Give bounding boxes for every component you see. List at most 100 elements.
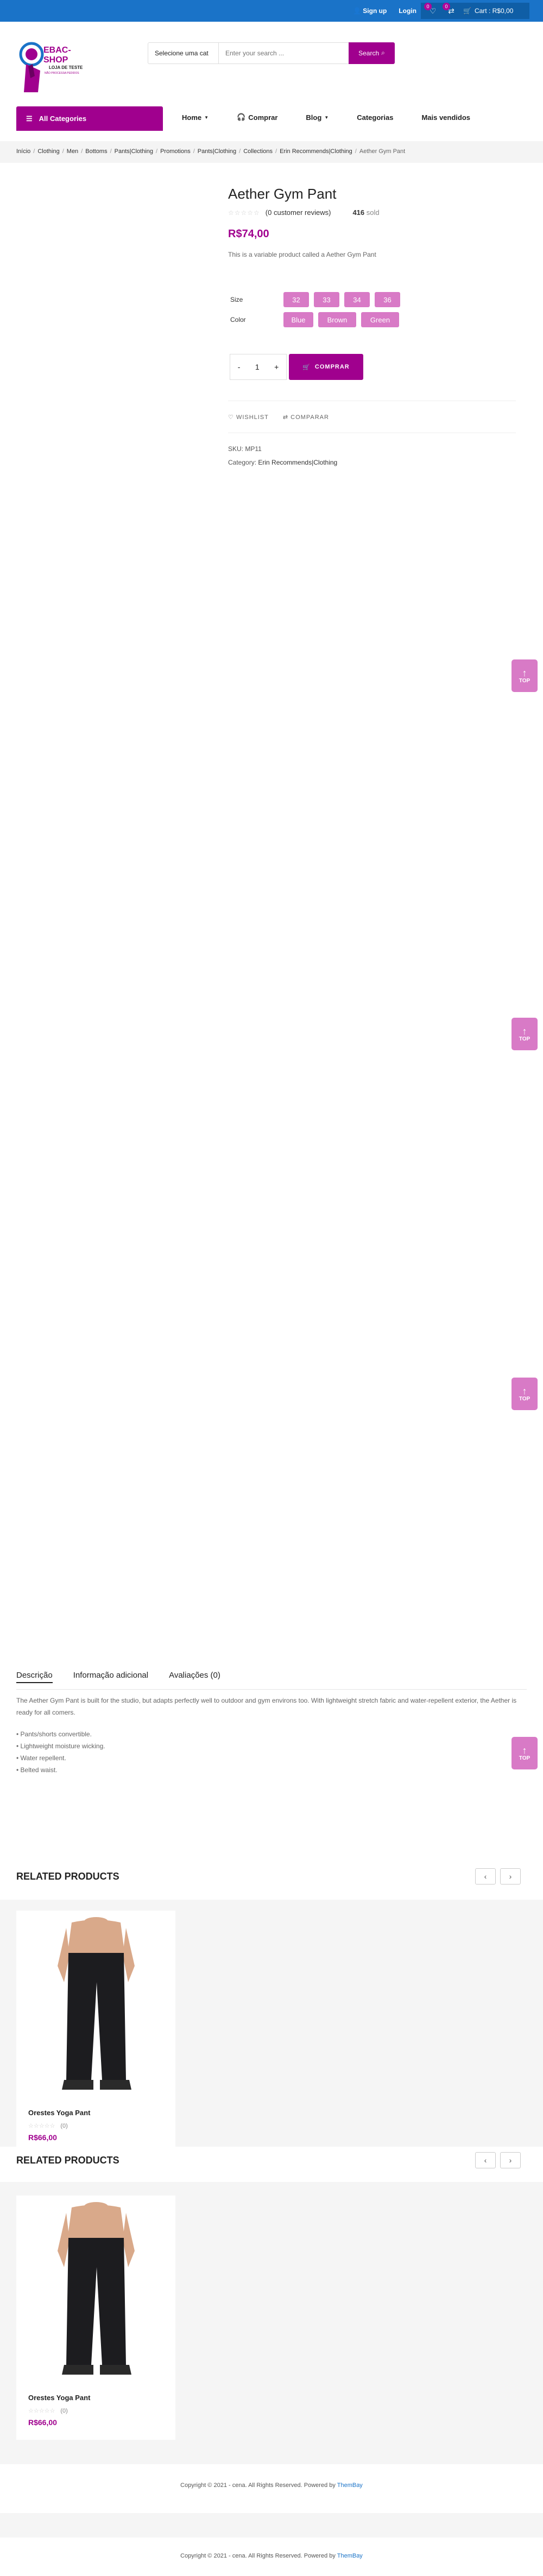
breadcrumb-bar: Início / Clothing / Men / Bottoms / Pants|Cl… (0, 141, 543, 163)
back-to-top-button[interactable]: ↑TOP (512, 1737, 538, 1769)
category-link[interactable]: Erin Recommends|Clothing (258, 459, 337, 466)
crumb[interactable]: Collections (243, 148, 273, 155)
color-option[interactable]: Green (361, 312, 399, 327)
search-input[interactable] (219, 43, 349, 64)
search-bar: Selecione uma cat Search ⌕ (148, 42, 395, 64)
user-icon: 👤 (353, 7, 361, 15)
cart-icon: 🛒 (302, 364, 311, 371)
chevron-left-icon[interactable]: ‹ (475, 1868, 496, 1885)
crumb[interactable]: Início (16, 148, 30, 155)
star-rating-icon: ☆☆☆☆☆ (28, 2123, 55, 2129)
back-to-top-button[interactable]: ↑TOP (512, 659, 538, 692)
cart-total: Cart : R$0,00 (474, 7, 514, 15)
site-logo[interactable]: EBAC-SHOP LOJA DE TESTE NÃO PROCESSA PED… (16, 38, 92, 98)
feature-item: • Belted waist. (16, 1766, 58, 1774)
category-line: Category: Erin Recommends|Clothing (228, 459, 338, 466)
qty-minus-button[interactable]: - (238, 363, 241, 371)
crumb[interactable]: Pants|Clothing (115, 148, 153, 155)
add-to-wishlist-button[interactable]: ♡ WISHLIST (228, 414, 269, 421)
color-label: Color (230, 316, 246, 323)
color-swatches: Blue Brown Green (283, 312, 399, 327)
login-link[interactable]: Login (399, 7, 416, 15)
chevron-right-icon[interactable]: › (500, 2152, 521, 2168)
search-button[interactable]: Search ⌕ (349, 42, 395, 64)
size-option[interactable]: 33 (314, 292, 339, 307)
powered-by-link[interactable]: ThemBay (337, 2553, 363, 2559)
nav-comprar[interactable]: 🎧 Comprar (237, 113, 277, 122)
product-card[interactable]: Orestes Yoga Pant ☆☆☆☆☆ (0) R$66,00 (16, 2196, 175, 2440)
compare-button[interactable]: ⇄ COMPARAR (283, 414, 329, 421)
back-to-top-button[interactable]: ↑TOP (512, 1378, 538, 1410)
product-name[interactable]: Orestes Yoga Pant (28, 2394, 90, 2402)
copyright: Copyright © 2021 - cena. All Rights Rese… (180, 2482, 363, 2489)
tab-informacao-adicional[interactable]: Informação adicional (73, 1671, 148, 1683)
product-price: R$66,00 (28, 2133, 57, 2142)
powered-by-link[interactable]: ThemBay (337, 2482, 363, 2489)
product-price: R$74,00 (228, 228, 269, 240)
tab-descricao[interactable]: Descrição (16, 1671, 53, 1683)
feature-item: • Pants/shorts convertible. (16, 1730, 92, 1738)
arrow-up-icon: ↑ (522, 1025, 527, 1037)
product-rating: ☆☆☆☆☆ (0) (28, 2122, 68, 2130)
color-option[interactable]: Blue (283, 312, 313, 327)
copyright: Copyright © 2021 - cena. All Rights Rese… (180, 2553, 363, 2559)
chevron-right-icon[interactable]: › (500, 1868, 521, 1885)
breadcrumb: Início / Clothing / Men / Bottoms / Pants|Cl… (16, 148, 406, 155)
crumb[interactable]: Clothing (37, 148, 59, 155)
size-swatches: 32 33 34 36 (283, 292, 400, 307)
product-price: R$66,00 (28, 2418, 57, 2427)
product-image[interactable] (16, 1911, 175, 2095)
brand-tagline: LOJA DE TESTE (49, 65, 83, 70)
product-image[interactable] (16, 2196, 175, 2380)
product-name[interactable]: Orestes Yoga Pant (28, 2109, 90, 2117)
crumb[interactable]: Pants|Clothing (198, 148, 236, 155)
color-option[interactable]: Brown (318, 312, 356, 327)
tab-avaliacoes[interactable]: Avaliações (0) (169, 1671, 220, 1683)
caret-down-icon: ▼ (324, 115, 329, 120)
cart-button[interactable]: 🛒 Cart : R$0,00 (463, 7, 513, 15)
product-card[interactable]: Orestes Yoga Pant ☆☆☆☆☆ (0) R$66,00 (16, 1911, 175, 2155)
main-nav: Home ▼ 🎧 Comprar Blog ▼ Categorias Mais ven… (182, 113, 498, 122)
buy-button[interactable]: 🛒 COMPRAR (289, 354, 363, 380)
size-label: Size (230, 296, 243, 303)
sku-line: SKU: MP11 (228, 445, 262, 453)
compare-button[interactable]: ⇄ 0 (443, 3, 458, 16)
nav-home[interactable]: Home ▼ (182, 113, 209, 122)
crumb[interactable]: Men (67, 148, 78, 155)
all-categories-button[interactable]: ☰ All Categories (16, 106, 163, 131)
compare-icon: ⇄ (282, 414, 289, 421)
qty-value[interactable]: 1 (255, 363, 260, 371)
size-option[interactable]: 34 (344, 292, 370, 307)
crumb[interactable]: Bottoms (85, 148, 107, 155)
crumb-current: Aether Gym Pant (359, 148, 406, 155)
headset-icon: 🎧 (237, 113, 246, 121)
short-description: This is a variable product called a Aeth… (228, 251, 376, 258)
pants-image (57, 1917, 135, 2090)
header-actions: ♡ 0 ⇄ 0 🛒 Cart : R$0,00 (421, 3, 529, 19)
chevron-left-icon[interactable]: ‹ (475, 2152, 496, 2168)
footer-gap (0, 2513, 543, 2537)
crumb[interactable]: Promotions (160, 148, 191, 155)
back-to-top-button[interactable]: ↑TOP (512, 1018, 538, 1050)
nav-mais-vendidos[interactable]: Mais vendidos (421, 113, 470, 122)
star-rating-icon: ☆☆☆☆☆ (228, 208, 260, 217)
qty-plus-button[interactable]: + (274, 363, 279, 371)
size-option[interactable]: 36 (375, 292, 400, 307)
top-bar: 👤 Sign up Login ♡ 0 ⇄ 0 🛒 Cart : R$0,00 (0, 0, 543, 22)
quantity-stepper: - 1 + (230, 354, 287, 380)
wishlist-button[interactable]: ♡ 0 (424, 3, 439, 16)
heart-icon: ♡ (228, 414, 234, 421)
size-option[interactable]: 32 (283, 292, 309, 307)
star-rating-icon: ☆☆☆☆☆ (28, 2408, 55, 2414)
brand-subtagline: NÃO PROCESSA PEDIDOS (45, 72, 79, 75)
nav-blog[interactable]: Blog ▼ (306, 113, 329, 122)
product-title: Aether Gym Pant (228, 186, 337, 202)
product-rating: ☆☆☆☆☆ (0) (28, 2407, 68, 2415)
cart-icon: 🛒 (463, 7, 471, 15)
nav-categorias[interactable]: Categorias (357, 113, 393, 122)
crumb[interactable]: Erin Recommends|Clothing (280, 148, 352, 155)
account-links: 👤 Sign up Login (353, 7, 416, 15)
search-category-select[interactable]: Selecione uma cat (148, 43, 219, 64)
signup-link[interactable]: 👤 Sign up (353, 7, 387, 15)
review-count[interactable]: (0 customer reviews) (266, 208, 331, 217)
